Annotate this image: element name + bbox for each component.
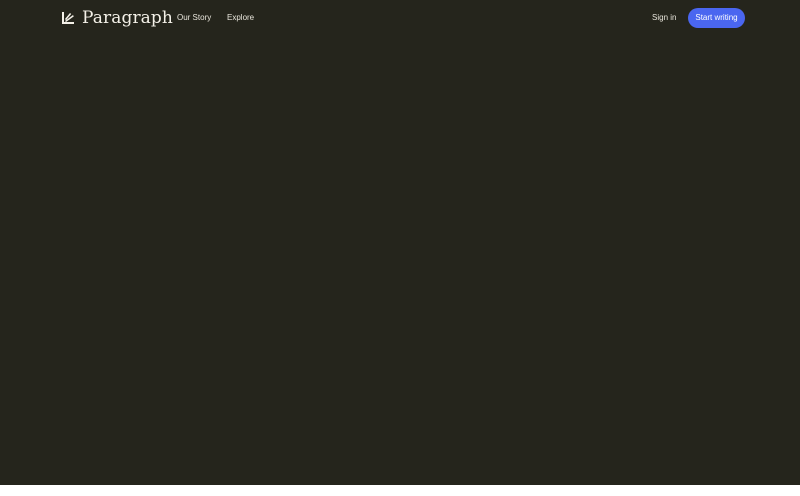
nav-link-explore[interactable]: Explore [227, 10, 254, 26]
sign-in-link[interactable]: Sign in [652, 10, 676, 26]
top-navigation: Paragraph Our Story Explore Sign in Star… [0, 0, 800, 36]
nav-link-our-story[interactable]: Our Story [177, 10, 211, 26]
brand-name: Paragraph [82, 8, 173, 28]
paragraph-logo-icon [62, 12, 74, 24]
start-writing-button[interactable]: Start writing [688, 8, 745, 28]
landing-page: Paragraph Our Story Explore Sign in Star… [0, 0, 800, 485]
brand-logo[interactable]: Paragraph [61, 6, 173, 30]
